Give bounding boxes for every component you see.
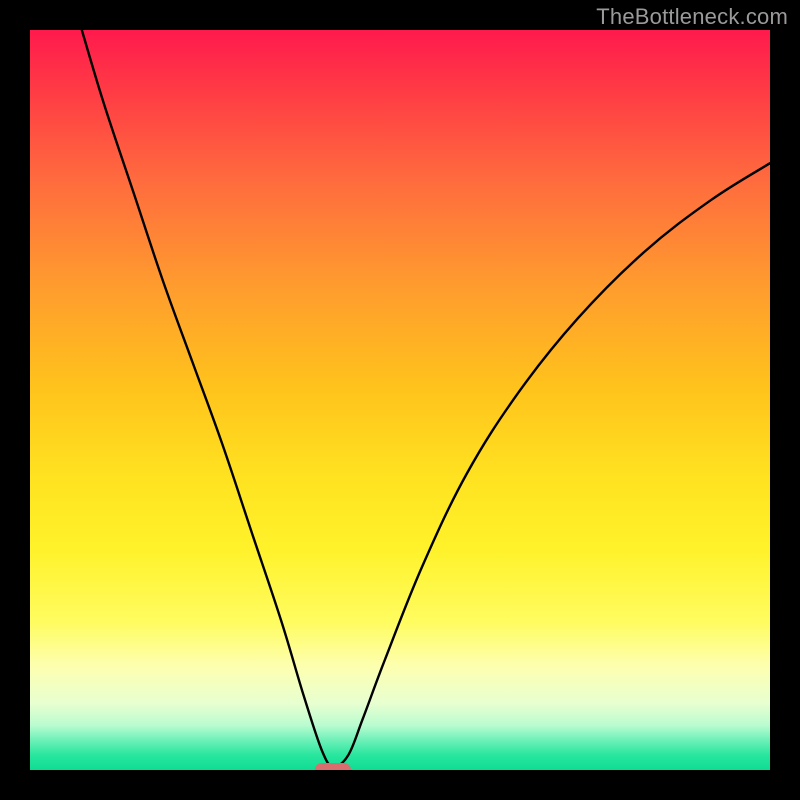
optimal-point-marker: [315, 763, 351, 770]
curve-path: [82, 30, 770, 766]
plot-area: [30, 30, 770, 770]
bottleneck-curve: [30, 30, 770, 770]
watermark-text: TheBottleneck.com: [596, 4, 788, 30]
chart-frame: TheBottleneck.com: [0, 0, 800, 800]
